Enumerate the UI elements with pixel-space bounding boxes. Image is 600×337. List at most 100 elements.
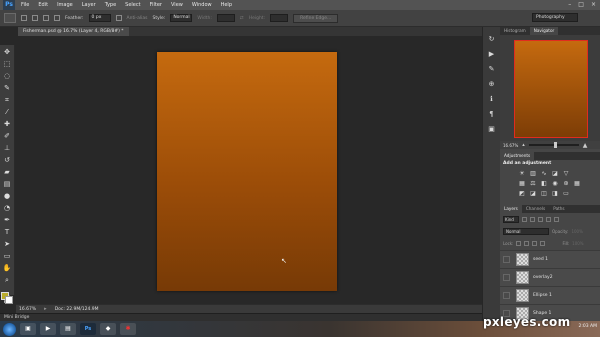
invert-icon[interactable]: ◩	[518, 190, 526, 197]
lock-position-icon[interactable]	[532, 240, 538, 246]
gradient-map-icon[interactable]: ▭	[562, 190, 570, 197]
blur-tool-icon[interactable]: ●	[3, 192, 12, 201]
info-panel-icon[interactable]: ℹ	[487, 95, 496, 103]
hue-saturation-icon[interactable]: ▦	[518, 180, 526, 187]
brush-tool-icon[interactable]: ✐	[3, 132, 12, 141]
clone-stamp-tool-icon[interactable]: ⊥	[3, 144, 12, 153]
document-canvas[interactable]	[157, 52, 337, 291]
shape-filter-icon[interactable]	[546, 216, 551, 222]
black-white-icon[interactable]: ◧	[540, 180, 548, 187]
canvas-area[interactable]: ↖	[16, 36, 482, 304]
menu-view[interactable]: View	[171, 2, 183, 8]
refine-edge-button[interactable]: Refine Edge...	[293, 13, 339, 23]
layer-row[interactable]: Ellipse 1	[500, 286, 600, 304]
layer-row[interactable]: overlay2	[500, 268, 600, 286]
style-select[interactable]: Normal	[170, 14, 193, 22]
tab-channels[interactable]: Channels	[522, 205, 549, 213]
adjustment-filter-icon[interactable]	[530, 216, 535, 222]
navigator-thumbnail[interactable]	[514, 40, 588, 138]
swap-icon[interactable]: ⇄	[240, 16, 244, 21]
color-balance-icon[interactable]: ⚖	[529, 180, 537, 187]
background-color-swatch[interactable]	[5, 296, 13, 304]
tab-paths[interactable]: Paths	[549, 205, 568, 213]
properties-panel-icon[interactable]: ▣	[487, 125, 496, 133]
quick-select-tool-icon[interactable]: ✎	[3, 84, 12, 93]
layer-name[interactable]: overlay2	[533, 275, 553, 280]
kind-filter-select[interactable]: Kind	[503, 215, 519, 223]
folder-taskbar-icon[interactable]: ▤	[60, 323, 76, 335]
menu-help[interactable]: Help	[221, 2, 232, 8]
channel-mixer-icon[interactable]: ⊛	[562, 180, 570, 187]
subtract-selection-icon[interactable]	[43, 15, 49, 21]
fill-input[interactable]: 100%	[572, 241, 583, 246]
marquee-tool-icon[interactable]: ⬚	[3, 60, 12, 69]
hand-tool-icon[interactable]: ✋	[3, 264, 12, 273]
lock-pixels-icon[interactable]	[524, 240, 530, 246]
navigator-zoom-value[interactable]: 16.67%	[503, 143, 518, 148]
type-tool-icon[interactable]: T	[3, 228, 12, 237]
media-taskbar-icon[interactable]: ▶	[40, 323, 56, 335]
app-taskbar-icon[interactable]: ◆	[100, 323, 116, 335]
new-selection-icon[interactable]	[21, 15, 27, 21]
feather-input[interactable]: 0 px	[88, 14, 111, 22]
brightness-icon[interactable]: ☀	[518, 170, 526, 177]
blend-mode-select[interactable]: Normal	[503, 227, 549, 235]
eraser-tool-icon[interactable]: ▰	[3, 168, 12, 177]
clone-source-icon[interactable]: ⊕	[487, 80, 496, 88]
paragraph-panel-icon[interactable]: ¶	[487, 110, 496, 118]
selective-color-icon[interactable]: ◨	[551, 190, 559, 197]
exposure-icon[interactable]: ◪	[551, 170, 559, 177]
healing-brush-tool-icon[interactable]: ✚	[3, 120, 12, 129]
visibility-icon[interactable]	[503, 274, 510, 281]
actions-panel-icon[interactable]: ▶	[487, 50, 496, 58]
add-selection-icon[interactable]	[32, 15, 38, 21]
gradient-tool-icon[interactable]: ▤	[3, 180, 12, 189]
threshold-icon[interactable]: ◫	[540, 190, 548, 197]
visibility-icon[interactable]	[503, 256, 510, 263]
history-brush-tool-icon[interactable]: ↺	[3, 156, 12, 165]
lock-transparency-icon[interactable]	[516, 240, 522, 246]
tab-layers[interactable]: Layers	[500, 205, 522, 213]
lock-all-icon[interactable]	[540, 240, 546, 246]
tool-preset-picker[interactable]	[4, 13, 16, 23]
opacity-input[interactable]: 100%	[571, 229, 582, 234]
pen-tool-icon[interactable]: ✒	[3, 216, 12, 225]
start-button[interactable]	[3, 322, 16, 336]
navigator-view[interactable]	[500, 35, 600, 141]
layer-row[interactable]: seed 1	[500, 250, 600, 268]
layer-name[interactable]: Ellipse 1	[533, 293, 552, 298]
tab-histogram[interactable]: Histogram	[500, 27, 530, 35]
brush-panel-icon[interactable]: ✎	[487, 65, 496, 73]
system-clock[interactable]: 2:03 AM	[579, 324, 598, 329]
crop-tool-icon[interactable]: ⌗	[3, 96, 12, 105]
close-button[interactable]: ×	[591, 1, 596, 8]
workspace-switcher[interactable]: Photography	[532, 13, 578, 22]
move-tool-icon[interactable]: ✥	[3, 48, 12, 57]
path-selection-tool-icon[interactable]: ➤	[3, 240, 12, 249]
menu-window[interactable]: Window	[192, 2, 212, 8]
minimize-button[interactable]: –	[568, 1, 571, 8]
color-lookup-icon[interactable]: ▦	[573, 180, 581, 187]
anti-alias-checkbox[interactable]	[115, 15, 122, 21]
type-filter-icon[interactable]	[538, 216, 543, 222]
navigator-zoom-slider[interactable]	[528, 142, 579, 148]
curves-icon[interactable]: ∿	[540, 170, 548, 177]
menu-filter[interactable]: Filter	[150, 2, 162, 8]
document-tab[interactable]: Fisherman.psd @ 16.7% (Layer 4, RGB/8#) …	[18, 27, 129, 36]
slider-knob[interactable]	[553, 142, 557, 148]
tab-navigator[interactable]: Navigator	[529, 27, 559, 35]
maximize-button[interactable]: □	[578, 1, 584, 8]
photo-filter-icon[interactable]: ◉	[551, 180, 559, 187]
eyedropper-tool-icon[interactable]: ⁄	[3, 108, 12, 117]
history-panel-icon[interactable]: ↻	[487, 35, 496, 43]
width-input[interactable]	[216, 14, 235, 22]
shape-tool-icon[interactable]: ▭	[3, 252, 12, 261]
menu-image[interactable]: Image	[57, 2, 73, 8]
zoom-tool-icon[interactable]: ⌕	[3, 276, 12, 285]
doc-info-icon[interactable]: ▸	[44, 306, 47, 312]
visibility-icon[interactable]	[503, 292, 510, 299]
dodge-tool-icon[interactable]: ◔	[3, 204, 12, 213]
zoom-out-icon[interactable]: ▴	[522, 142, 525, 148]
red-app-taskbar-icon[interactable]: ✱	[120, 323, 136, 335]
height-input[interactable]	[270, 14, 289, 22]
